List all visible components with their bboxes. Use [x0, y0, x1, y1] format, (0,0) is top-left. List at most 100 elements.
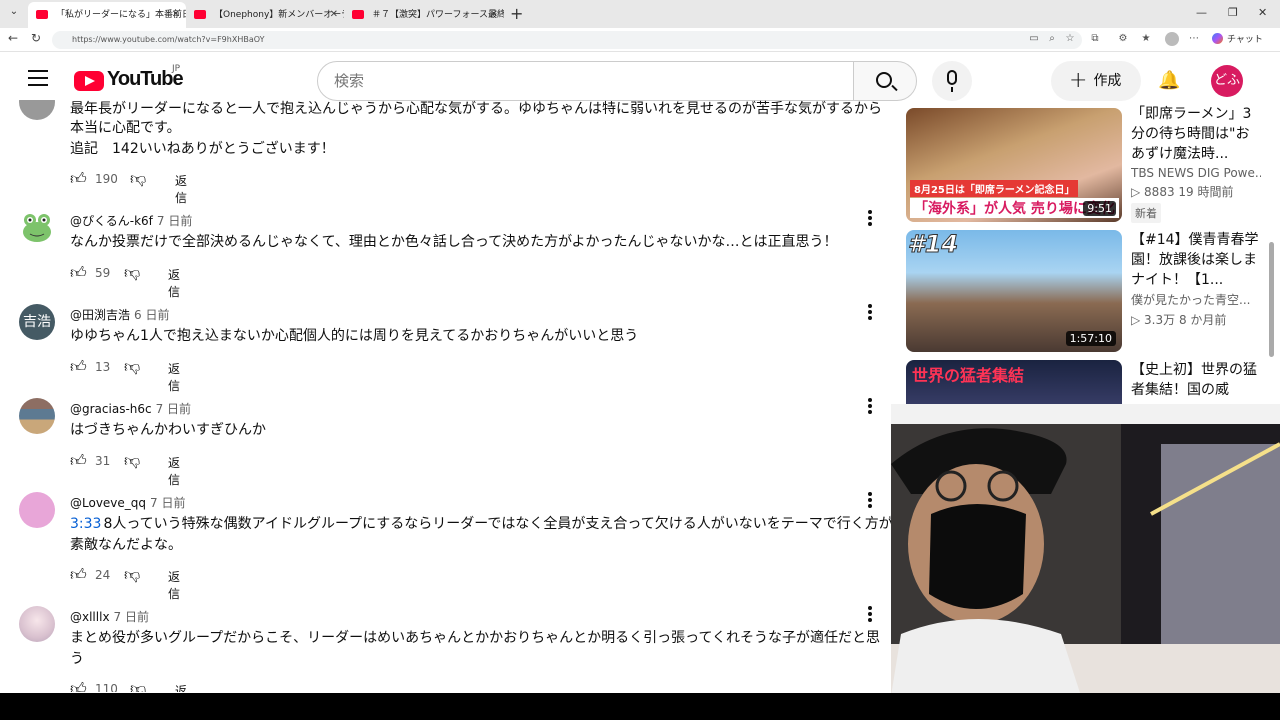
- rec-stats: ▷ 3.3万 8 か月前: [1131, 313, 1227, 327]
- dislike-icon[interactable]: 👎︎: [124, 264, 142, 282]
- comment-time[interactable]: 7 日前: [156, 402, 191, 416]
- comments-section: 最年長がリーダーになると一人で抱え込んじゃうから心配な気がする。ゆゆちゃんは特に…: [0, 100, 893, 692]
- minimize-icon[interactable]: —: [1196, 6, 1207, 19]
- tab-list-icon[interactable]: ⌄: [6, 6, 22, 22]
- comment-more-icon[interactable]: [866, 398, 874, 416]
- comment-text: はづきちゃんかわいすぎひんか: [70, 422, 266, 438]
- search-input[interactable]: 検索: [317, 61, 854, 101]
- microphone-icon: [947, 70, 957, 85]
- browser-tab-2[interactable]: 【Onephony】新メンバーオーディション ✕: [186, 2, 344, 28]
- reply-button[interactable]: 返信: [168, 568, 180, 602]
- rec-title[interactable]: 「即席ラーメン」3分の待ち時間は"おあずけ魔法時...: [1131, 104, 1259, 164]
- commenter-avatar[interactable]: 吉浩: [19, 304, 55, 340]
- account-avatar[interactable]: どふ: [1211, 65, 1243, 97]
- comment-time[interactable]: 7 日前: [114, 610, 149, 624]
- comment-author[interactable]: @xllllx: [70, 610, 110, 624]
- comment-more-icon[interactable]: [866, 606, 874, 624]
- rec-title[interactable]: 【史上初】世界の猛者集結！国の威: [1131, 360, 1259, 404]
- rec-thumbnail[interactable]: #14 1:57:10: [906, 230, 1122, 352]
- notifications-bell-icon[interactable]: 🔔: [1158, 70, 1180, 92]
- comment-time[interactable]: 7 日前: [150, 496, 185, 510]
- comment-text-line: 本当に心配です。: [70, 120, 181, 136]
- voice-search-button[interactable]: [932, 61, 972, 101]
- rec-stats: ▷ 8883 19 時間前: [1131, 185, 1234, 199]
- comment-author[interactable]: @田渕吉浩: [70, 308, 130, 322]
- profile-icon[interactable]: [1165, 32, 1179, 46]
- comment-more-icon[interactable]: [866, 304, 874, 322]
- chat-button[interactable]: チャット: [1212, 32, 1263, 45]
- comment-time[interactable]: 6 日前: [134, 308, 169, 322]
- like-icon[interactable]: 👍︎: [70, 264, 88, 282]
- url-text: https://www.youtube.com/watch?v=F9hXHBaO…: [72, 35, 265, 44]
- favorites-icon[interactable]: ★: [1140, 33, 1152, 45]
- read-mode-icon[interactable]: ▭: [1028, 33, 1040, 45]
- commenter-avatar[interactable]: [19, 398, 55, 434]
- youtube-favicon-icon: [36, 10, 48, 19]
- rec-channel[interactable]: TBS NEWS DIG Powe...: [1131, 164, 1261, 182]
- reply-button[interactable]: 返信: [168, 360, 180, 394]
- comment-header: @xllllx 7 日前: [70, 608, 149, 625]
- like-icon[interactable]: 👍︎: [70, 452, 88, 470]
- reply-button[interactable]: 返信: [175, 682, 187, 692]
- url-field[interactable]: https://www.youtube.com/watch?v=F9hXHBaO…: [52, 31, 1082, 49]
- rec-thumbnail[interactable]: 8月25日は「即席ラーメン記念日」 「海外系」が人気 売り場に変化 9:51: [906, 108, 1122, 222]
- zoom-icon[interactable]: ⌕: [1046, 33, 1058, 45]
- comment-more-icon[interactable]: [866, 492, 874, 510]
- dislike-icon[interactable]: 👎︎: [130, 170, 148, 188]
- like-icon[interactable]: 👍︎: [70, 680, 88, 693]
- rec-title[interactable]: 【#14】僕青青春学園！放課後は楽しまナイト！【1...: [1131, 230, 1259, 290]
- dislike-icon[interactable]: 👎︎: [124, 358, 142, 376]
- comment-time[interactable]: 7 日前: [157, 214, 192, 228]
- comment-header: @田渕吉浩 6 日前: [70, 306, 169, 323]
- back-icon[interactable]: ←: [8, 31, 18, 45]
- comment-author[interactable]: @gracias-h6c: [70, 402, 152, 416]
- commenter-avatar[interactable]: [19, 100, 55, 120]
- comment-more-icon[interactable]: [866, 210, 874, 228]
- comment-text-line: う: [70, 651, 84, 667]
- comment-author[interactable]: @ぴくるん-k6f: [70, 214, 153, 228]
- new-tab-icon[interactable]: +: [510, 4, 523, 23]
- dislike-icon[interactable]: 👎︎: [130, 680, 148, 693]
- close-tab-icon[interactable]: ✕: [330, 2, 338, 28]
- like-count: 110: [95, 682, 118, 692]
- browser-tab-1[interactable]: 「私がリーダーになる」本番前日の ✕: [28, 2, 186, 28]
- browser-tab-3[interactable]: ＃７【激突】パワーフォース最終決戦！ ✕: [344, 2, 504, 28]
- like-icon[interactable]: 👍︎: [70, 358, 88, 376]
- maximize-icon[interactable]: ❐: [1228, 6, 1238, 19]
- thumb-caption: #14: [907, 230, 959, 259]
- reload-icon[interactable]: ↻: [31, 31, 41, 45]
- comment-header: @Loveve_qq 7 日前: [70, 494, 185, 511]
- comment-author[interactable]: @Loveve_qq: [70, 496, 146, 510]
- comment-header: @gracias-h6c 7 日前: [70, 400, 191, 417]
- address-bar-row: ← ↻ https://www.youtube.com/watch?v=F9hX…: [0, 28, 1280, 52]
- more-menu-icon[interactable]: ⋯: [1188, 33, 1200, 45]
- reply-button[interactable]: 返信: [168, 266, 180, 300]
- like-icon[interactable]: 👍︎: [70, 566, 88, 584]
- close-tab-icon[interactable]: ✕: [172, 2, 180, 28]
- comment-text: なんか投票だけで全部決めるんじゃなくて、理由とか色々話し合って決めた方がよかった…: [70, 234, 838, 250]
- close-tab-icon[interactable]: ✕: [490, 2, 498, 28]
- menu-icon[interactable]: [28, 70, 48, 91]
- reply-button[interactable]: 返信: [175, 172, 187, 206]
- like-icon[interactable]: 👍︎: [70, 170, 88, 188]
- dislike-icon[interactable]: 👎︎: [124, 452, 142, 470]
- commenter-avatar[interactable]: [19, 492, 55, 528]
- rec-channel[interactable]: 僕が見たかった青空...: [1131, 291, 1261, 309]
- create-button[interactable]: + 作成: [1051, 61, 1141, 101]
- webcam-overlay: [891, 404, 1280, 696]
- like-count: 31: [95, 454, 111, 468]
- rec-thumbnail[interactable]: 世界の猛者集結: [906, 360, 1122, 410]
- taskbar: [0, 693, 1280, 720]
- favorite-star-icon[interactable]: ☆: [1064, 33, 1076, 45]
- close-window-icon[interactable]: ✕: [1258, 6, 1267, 19]
- dislike-icon[interactable]: 👎︎: [124, 566, 142, 584]
- commenter-avatar[interactable]: [19, 606, 55, 642]
- scrollbar-thumb[interactable]: [1269, 242, 1274, 357]
- split-screen-icon[interactable]: ⚙: [1117, 33, 1129, 45]
- reply-button[interactable]: 返信: [168, 454, 180, 488]
- commenter-avatar[interactable]: [19, 210, 55, 246]
- timestamp-link[interactable]: 3:33: [70, 516, 101, 532]
- comment-text: 3:33 8人っていう特殊な偶数アイドルグループにするならリーダーではなく全員が支…: [70, 516, 893, 532]
- search-button[interactable]: [853, 61, 917, 101]
- extensions-icon[interactable]: ⧉: [1089, 33, 1101, 45]
